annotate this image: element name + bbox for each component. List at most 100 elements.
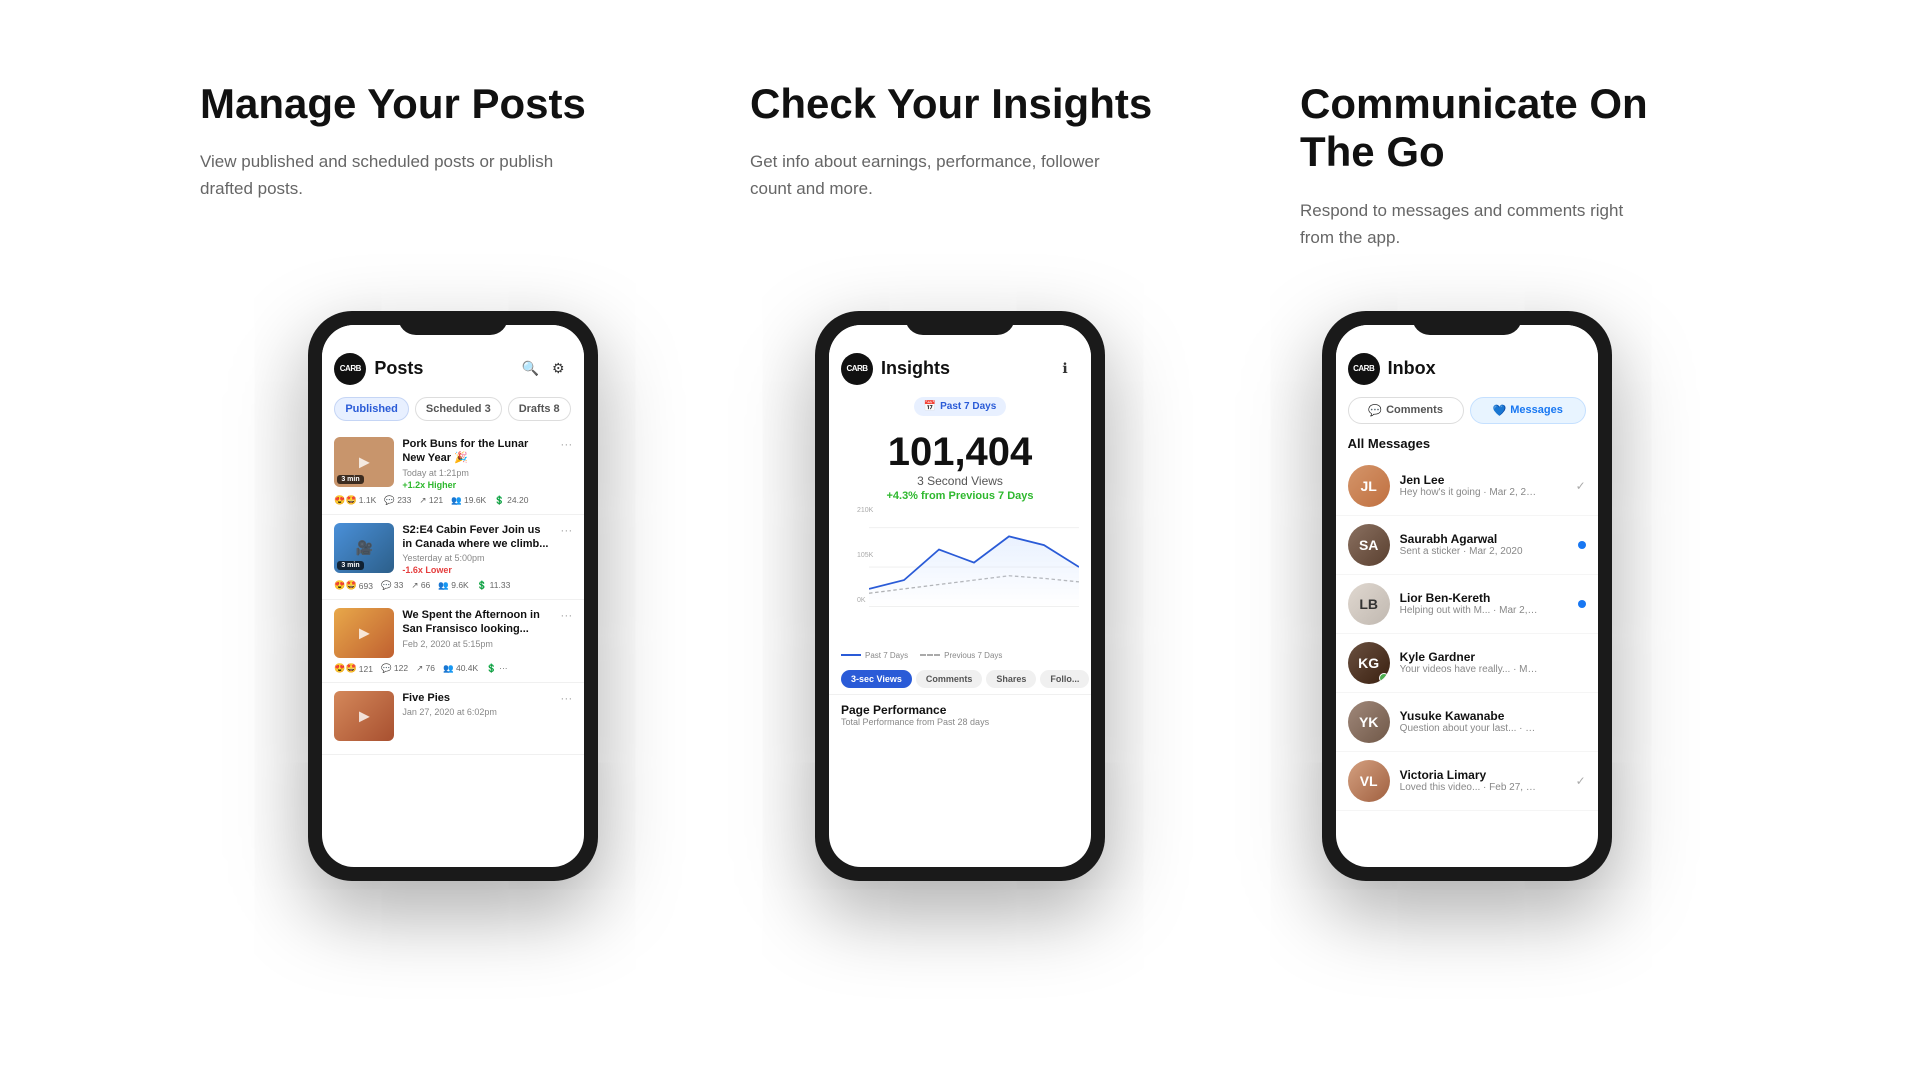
tab-messages[interactable]: 💙 Messages — [1470, 397, 1586, 424]
msg-right-jen: ✓ — [1576, 479, 1586, 493]
msg-name-lior: Lior Ben-Kereth — [1400, 591, 1568, 605]
post-item-4: ▶ Five Pies Jan 27, 2020 at 6:02pm ··· — [322, 683, 584, 755]
message-kyle[interactable]: KG Kyle Gardner Your videos have really.… — [1336, 634, 1598, 693]
posts-phone-header: CARB Posts 🔍 ⚙ — [322, 325, 584, 393]
posts-search-icon[interactable]: 🔍 — [516, 355, 544, 383]
post-info-2: S2:E4 Cabin Fever Join us in Canada wher… — [402, 523, 552, 576]
date-filter-label: Past 7 Days — [940, 401, 996, 412]
posts-screen-title: Posts — [374, 358, 516, 379]
unread-dot-saurabh — [1578, 541, 1586, 549]
avatar-saurabh-face: SA — [1348, 524, 1390, 566]
message-lior[interactable]: LB Lior Ben-Kereth Helping out with M...… — [1336, 575, 1598, 634]
message-yusuke[interactable]: YK Yusuke Kawanabe Question about your l… — [1336, 693, 1598, 752]
chart-tab-followers[interactable]: Follo... — [1040, 670, 1089, 688]
tab-drafts[interactable]: Drafts 8 — [508, 397, 571, 421]
post-info-4: Five Pies Jan 27, 2020 at 6:02pm — [402, 691, 552, 719]
stat-earnings-2: 💲 11.33 — [477, 580, 511, 591]
unread-dot-lior — [1578, 600, 1586, 608]
avatar-jen: JL — [1348, 465, 1390, 507]
post-menu-1[interactable]: ··· — [560, 437, 572, 451]
post-perf-2: -1.6x Lower — [402, 565, 552, 575]
messenger-icon: 💙 — [1493, 404, 1507, 417]
msg-content-saurabh: Saurabh Agarwal Sent a sticker · Mar 2, … — [1400, 532, 1568, 557]
msg-content-jen: Jen Lee Hey how's it going · Mar 2, 2020 — [1400, 473, 1566, 498]
legend-prev-label: Previous 7 Days — [944, 651, 1002, 660]
posts-filter-icon[interactable]: ⚙ — [544, 355, 572, 383]
posts-tabs-row: Published Scheduled 3 Drafts 8 — [322, 393, 584, 429]
stat-comments-2: 💬 33 — [381, 580, 403, 591]
msg-name-kyle: Kyle Gardner — [1400, 650, 1586, 664]
insights-phone-notch — [905, 311, 1015, 335]
message-saurabh[interactable]: SA Saurabh Agarwal Sent a sticker · Mar … — [1336, 516, 1598, 575]
post-date-1: Today at 1:21pm — [402, 468, 552, 478]
post-menu-2[interactable]: ··· — [560, 523, 572, 537]
posts-carb-logo: CARB — [334, 353, 366, 385]
date-filter-wrapper: 📅 Past 7 Days — [829, 393, 1091, 422]
stat-shares-1: ↗ 121 — [419, 495, 443, 506]
post-info-3: We Spent the Afternoon in San Fransisco … — [402, 608, 552, 651]
video-icon-3: ▶ — [359, 625, 370, 642]
msg-name-jen: Jen Lee — [1400, 473, 1566, 487]
legend-line-prev — [920, 654, 940, 656]
msg-content-victoria: Victoria Limary Loved this video... · Fe… — [1400, 768, 1566, 793]
avatar-lior-face: LB — [1348, 583, 1390, 625]
insights-header: CARB Insights ℹ — [829, 325, 1091, 393]
msg-preview-yusuke: Question about your last... · Mar 1, 202… — [1400, 723, 1540, 734]
chart-tab-comments[interactable]: Comments — [916, 670, 983, 688]
stat-reach-1: 👥 19.6K — [451, 495, 486, 506]
page-perf-title: Page Performance — [841, 703, 1079, 717]
online-dot-kyle — [1379, 673, 1389, 683]
date-filter-btn[interactable]: 📅 Past 7 Days — [914, 397, 1007, 416]
stat-reach-3: 👥 40.4K — [443, 663, 478, 674]
comments-icon: 💬 — [1368, 404, 1382, 417]
post-thumb-4: ▶ — [334, 691, 394, 741]
inbox-section-heading: All Messages — [1336, 432, 1598, 457]
insights-phone: CARB Insights ℹ 📅 Past 7 Days 101,404 — [815, 311, 1105, 881]
insights-info-icon[interactable]: ℹ — [1051, 355, 1079, 383]
avatar-victoria: VL — [1348, 760, 1390, 802]
msg-content-lior: Lior Ben-Kereth Helping out with M... · … — [1400, 591, 1568, 616]
feature-desc-insights: Get info about earnings, performance, fo… — [750, 148, 1110, 202]
post-date-3: Feb 2, 2020 at 5:15pm — [402, 639, 552, 649]
post-title-1: Pork Buns for the Lunar New Year 🎉 — [402, 437, 552, 466]
read-check-jen: ✓ — [1576, 479, 1586, 493]
page-perf-section: Page Performance Total Performance from … — [829, 694, 1091, 735]
post-menu-4[interactable]: ··· — [560, 691, 572, 705]
post-title-2: S2:E4 Cabin Fever Join us in Canada wher… — [402, 523, 552, 552]
metric-label: 3 Second Views — [841, 474, 1079, 488]
y-label-mid: 105K — [857, 552, 873, 559]
chart-area: 210K 105K 0K — [857, 507, 1091, 647]
feature-desc-manage: View published and scheduled posts or pu… — [200, 148, 560, 202]
video-icon-4: ▶ — [359, 708, 370, 725]
msg-preview-saurabh: Sent a sticker · Mar 2, 2020 — [1400, 546, 1540, 557]
message-jen[interactable]: JL Jen Lee Hey how's it going · Mar 2, 2… — [1336, 457, 1598, 516]
feature-communicate: Communicate On The Go Respond to message… — [1300, 80, 1720, 251]
stat-reactions-2: 😍🤩 693 — [334, 580, 373, 591]
big-metric: 101,404 3 Second Views +4.3% from Previo… — [829, 422, 1091, 507]
msg-content-yusuke: Yusuke Kawanabe Question about your last… — [1400, 709, 1586, 734]
read-check-victoria: ✓ — [1576, 774, 1586, 788]
feature-title-manage: Manage Your Posts — [200, 80, 620, 128]
avatar-saurabh: SA — [1348, 524, 1390, 566]
tab-comments[interactable]: 💬 Comments — [1348, 397, 1464, 424]
features-row: Manage Your Posts View published and sch… — [200, 80, 1720, 251]
msg-preview-jen: Hey how's it going · Mar 2, 2020 — [1400, 487, 1540, 498]
chart-tab-shares[interactable]: Shares — [986, 670, 1036, 688]
y-label-bot: 0K — [857, 597, 866, 604]
inbox-screen-title: Inbox — [1388, 358, 1586, 379]
insights-carb-logo: CARB — [841, 353, 873, 385]
page-wrapper: Manage Your Posts View published and sch… — [0, 0, 1920, 881]
tab-published[interactable]: Published — [334, 397, 409, 421]
message-victoria[interactable]: VL Victoria Limary Loved this video... ·… — [1336, 752, 1598, 811]
stat-shares-3: ↗ 76 — [416, 663, 435, 674]
video-icon-1: ▶ — [359, 453, 370, 470]
insights-chart — [869, 507, 1079, 627]
post-thumb-2: 🎥 3 min — [334, 523, 394, 573]
post-menu-3[interactable]: ··· — [560, 608, 572, 622]
msg-right-victoria: ✓ — [1576, 774, 1586, 788]
chart-tab-3sec[interactable]: 3-sec Views — [841, 670, 912, 688]
feature-title-insights: Check Your Insights — [750, 80, 1170, 128]
stat-shares-2: ↗ 66 — [411, 580, 430, 591]
tab-scheduled[interactable]: Scheduled 3 — [415, 397, 502, 421]
msg-preview-lior: Helping out with M... · Mar 2, 2020 — [1400, 605, 1540, 616]
